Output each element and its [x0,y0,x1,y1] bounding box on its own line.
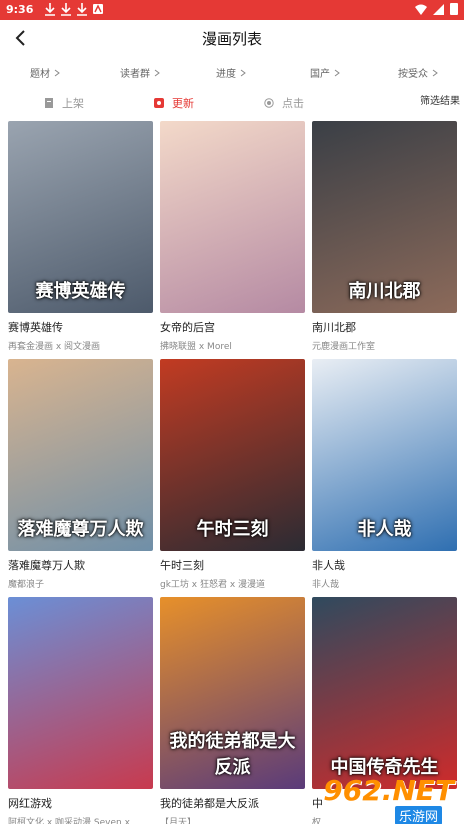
cover-art [8,597,153,789]
comic-author: 元鹿漫画工作室 [312,342,376,352]
comic-cover[interactable]: 我的徒弟都是大反派 [160,597,305,789]
comic-card[interactable]: 非人哉 非人哉 非人哉 [312,359,457,590]
comic-author: 魔都浪子 [8,580,45,590]
comic-card[interactable]: 赛博英雄传 赛博英雄传 再套金漫画 x 阅文漫画 [8,121,153,352]
comic-title: 网红游戏 [8,797,52,810]
chevron-right-icon [54,69,60,76]
sort-label: 更新 [172,97,194,110]
cover-title: 落难魔尊万人欺 [17,519,144,540]
filter-progress[interactable]: 进度 [216,65,246,80]
filter-theme[interactable]: 题材 [30,65,60,80]
comic-cover[interactable]: 非人哉 [312,359,457,551]
download-icon [61,3,71,16]
comic-card[interactable]: 南川北郡 南川北郡 元鹿漫画工作室 [312,121,457,352]
comic-title: 我的徒弟都是大反派 [160,797,259,810]
status-bar: 9:36 [0,0,464,20]
download-icon [77,3,87,16]
download-icon [45,3,55,16]
signal-icon [433,3,444,15]
cover-title: 赛博英雄传 [35,281,126,302]
page-title: 漫画列表 [201,30,262,48]
update-icon [154,98,164,108]
wifi-icon [415,4,427,15]
comic-author: 【月天】 [160,818,197,824]
app-notification-icon [93,4,103,14]
filter-result-label[interactable]: 筛选结果 [420,92,460,107]
comic-card[interactable]: 女帝的后宫 拂晓联盟 x Morel [160,121,305,352]
sort-option-listed[interactable]: 上架 [44,95,84,111]
comic-author: gk工坊 x 狂怒君 x 漫漫道 [160,580,266,590]
app-header: 漫画列表 [0,20,464,56]
filter-label: 读者群 [120,69,150,80]
comic-card[interactable]: 落难魔尊万人欺 落难魔尊万人欺 魔都浪子 [8,359,153,590]
chevron-right-icon [432,69,438,76]
comic-cover[interactable]: 落难魔尊万人欺 [8,359,153,551]
filter-audience[interactable]: 读者群 [120,65,160,80]
filter-target-audience[interactable]: 按受众 [398,65,438,80]
comic-title: 赛博英雄传 [8,321,63,334]
chevron-right-icon [334,69,340,76]
comic-title: 女帝的后宫 [160,321,215,334]
watermark-text: 乐游网 [394,806,442,824]
chevron-right-icon [240,69,246,76]
filter-region[interactable]: 国产 [310,65,340,80]
sort-option-clicks[interactable]: 点击 [264,95,304,111]
sort-bar: 上架 更新 点击 筛选结果 [0,92,464,112]
cover-art [160,121,305,313]
comic-cover[interactable]: 午时三刻 [160,359,305,551]
cover-title: 南川北郡 [348,281,421,302]
chevron-right-icon [154,69,160,76]
view-icon [264,98,274,108]
battery-icon [450,3,458,15]
cover-title: 午时三刻 [196,519,269,540]
comic-cover[interactable]: 中国传奇先生 [312,597,457,789]
comic-card[interactable]: 网红游戏 阿柯文化 x 咖采动漫 Seven x [8,597,153,824]
filter-label: 进度 [216,69,236,80]
comic-author: 再套金漫画 x 阅文漫画 [8,342,101,352]
comic-cover[interactable] [8,597,153,789]
comic-title: 南川北郡 [312,321,356,334]
filter-bar: 题材 读者群 进度 国产 按受众 [0,62,464,82]
comic-author: 拂晓联盟 x Morel [160,342,232,352]
comic-author: 非人哉 [312,580,340,590]
listed-icon [45,98,53,108]
status-time: 9:36 [6,3,34,16]
sort-option-updated[interactable]: 更新 [154,95,194,111]
comic-cover[interactable] [160,121,305,313]
sort-label: 点击 [282,97,304,110]
comic-title: 非人哉 [312,559,345,572]
watermark-logo: 962.NET [323,774,454,807]
filter-label: 国产 [310,69,330,80]
filter-label: 题材 [30,69,50,80]
cover-title: 我的徒弟都是大反派 [169,731,296,778]
comic-card[interactable]: 午时三刻 午时三刻 gk工坊 x 狂怒君 x 漫漫道 [160,359,305,590]
filter-label: 按受众 [398,69,428,80]
comic-cover[interactable]: 南川北郡 [312,121,457,313]
sort-label: 上架 [62,97,84,110]
site-watermark: 962.NET 乐游网 [323,774,464,824]
comic-card[interactable]: 我的徒弟都是大反派 我的徒弟都是大反派 【月天】 [160,597,305,824]
comic-title: 午时三刻 [160,559,204,572]
comic-author: 阿柯文化 x 咖采动漫 Seven x [8,818,130,824]
comic-cover[interactable]: 赛博英雄传 [8,121,153,313]
cover-title: 非人哉 [357,519,412,540]
comic-title: 落难魔尊万人欺 [8,559,85,572]
